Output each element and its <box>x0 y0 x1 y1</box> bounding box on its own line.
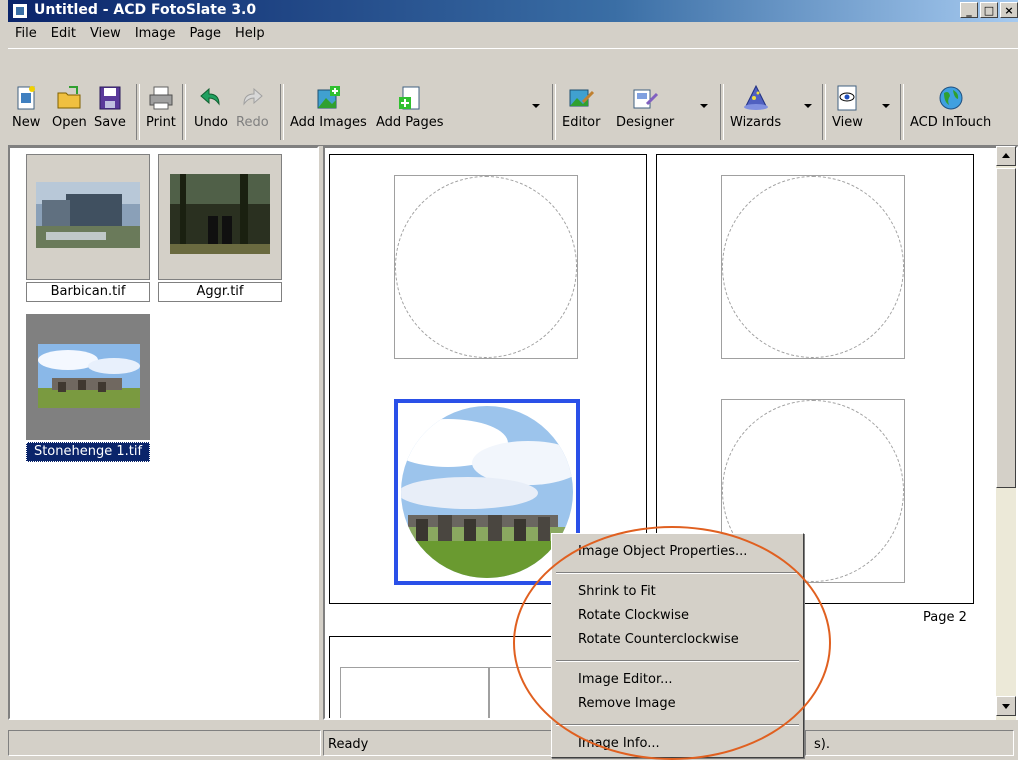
wizards-dropdown-icon[interactable] <box>804 104 812 108</box>
scroll-down-button[interactable] <box>996 696 1016 716</box>
slot-circle <box>395 176 577 358</box>
thumbnail-image <box>36 182 140 248</box>
acd-intouch-button[interactable]: ACD InTouch <box>910 84 991 130</box>
menu-separator <box>556 572 799 574</box>
open-button[interactable]: Open <box>52 84 87 130</box>
toolbar-separator <box>136 84 140 140</box>
thumbnail-caption: Stonehenge 1.tif <box>26 442 150 462</box>
status-bar: Ready s). <box>8 730 1018 758</box>
print-button[interactable]: Print <box>146 84 176 130</box>
thumbnail-item[interactable]: Barbican.tif <box>26 154 150 302</box>
thumbnail-image <box>38 344 140 408</box>
status-pane-right: s). <box>805 730 1014 756</box>
toolbar-separator <box>552 84 556 140</box>
thumbnail-item-selected[interactable]: Stonehenge 1.tif <box>26 314 150 462</box>
menu-item-image-info[interactable]: Image Info... <box>578 736 660 751</box>
editor-icon <box>569 89 595 107</box>
save-button[interactable]: Save <box>94 84 126 130</box>
menu-page[interactable]: Page <box>183 24 228 46</box>
designer-dropdown-icon[interactable] <box>700 104 708 108</box>
redo-arrow-icon <box>243 87 264 106</box>
menu-edit[interactable]: Edit <box>44 24 83 46</box>
toolbar-separator <box>822 84 826 140</box>
open-folder-icon <box>57 86 81 109</box>
designer-icon <box>633 89 659 109</box>
save-disk-icon <box>99 86 121 110</box>
menu-help[interactable]: Help <box>228 24 272 46</box>
menu-separator <box>556 724 799 726</box>
image-slot-empty[interactable] <box>340 667 490 718</box>
window-title: Untitled - ACD FotoSlate 3.0 <box>34 2 257 18</box>
page-2-label: Page 2 <box>923 610 967 625</box>
arrow-up-icon <box>1002 153 1010 158</box>
new-button[interactable]: New <box>12 84 40 130</box>
menu-file[interactable]: File <box>8 24 44 46</box>
scroll-up-button[interactable] <box>996 146 1016 166</box>
context-menu: Image Object Properties... Shrink to Fit… <box>551 533 804 758</box>
menu-item-shrink-to-fit[interactable]: Shrink to Fit <box>578 584 656 599</box>
status-pane-left <box>8 730 321 756</box>
thumbnail-caption: Barbican.tif <box>26 282 150 302</box>
menu-separator <box>556 660 799 662</box>
minimize-button[interactable]: _ <box>960 2 978 18</box>
image-slot-empty[interactable] <box>394 175 578 359</box>
thumbnail-item[interactable]: Aggr.tif <box>158 154 282 302</box>
menu-view[interactable]: View <box>83 24 128 46</box>
stonehenge-image <box>401 406 573 578</box>
printer-icon <box>149 86 173 110</box>
add-pages-icon <box>398 86 420 110</box>
thumbnail-image <box>170 174 270 254</box>
menu-item-image-object-properties[interactable]: Image Object Properties... <box>578 544 747 559</box>
close-button[interactable]: × <box>1000 2 1018 18</box>
thumbnail-caption: Aggr.tif <box>158 282 282 302</box>
add-images-icon <box>317 86 341 109</box>
arrow-down-icon <box>1002 704 1010 709</box>
menu-item-rotate-clockwise[interactable]: Rotate Clockwise <box>578 608 689 623</box>
caption-buttons: _ □ × <box>960 2 1018 18</box>
add-pages-dropdown-icon[interactable] <box>532 104 540 108</box>
designer-button[interactable]: Designer <box>616 84 674 130</box>
redo-button[interactable]: Redo <box>236 84 269 130</box>
toolbar-separator <box>720 84 724 140</box>
toolbar-separator <box>182 84 186 140</box>
title-bar: Untitled - ACD FotoSlate 3.0 _ □ × <box>8 0 1018 22</box>
thumbnail-panel[interactable]: Barbican.tif Aggr.tif Stonehenge 1.tif <box>8 146 319 720</box>
menu-bar: File Edit View Image Page Help <box>8 24 1018 46</box>
toolbar-separator <box>900 84 904 140</box>
app-window: Untitled - ACD FotoSlate 3.0 _ □ × File … <box>0 0 1018 760</box>
slot-circle <box>722 176 904 358</box>
menu-item-image-editor[interactable]: Image Editor... <box>578 672 673 687</box>
menu-image[interactable]: Image <box>128 24 183 46</box>
app-icon <box>12 3 28 19</box>
undo-button[interactable]: Undo <box>194 84 228 130</box>
globe-icon <box>939 86 963 110</box>
scroll-thumb[interactable] <box>996 168 1016 488</box>
view-eye-icon <box>837 85 857 111</box>
toolbar-separator <box>280 84 284 140</box>
view-button[interactable]: View <box>832 84 863 130</box>
menu-item-rotate-counterclockwise[interactable]: Rotate Counterclockwise <box>578 632 739 647</box>
editor-button[interactable]: Editor <box>562 84 600 130</box>
new-document-icon <box>17 86 36 110</box>
add-pages-button[interactable]: Add Pages <box>376 84 444 130</box>
maximize-button[interactable]: □ <box>980 2 998 18</box>
image-slot-empty[interactable] <box>721 175 905 359</box>
wizards-button[interactable]: Wizards <box>730 84 781 130</box>
add-images-button[interactable]: Add Images <box>290 84 367 130</box>
undo-arrow-icon <box>200 87 220 106</box>
vertical-scrollbar[interactable] <box>996 146 1016 720</box>
wizard-hat-icon <box>743 84 768 110</box>
menu-item-remove-image[interactable]: Remove Image <box>578 696 676 711</box>
view-dropdown-icon[interactable] <box>882 104 890 108</box>
